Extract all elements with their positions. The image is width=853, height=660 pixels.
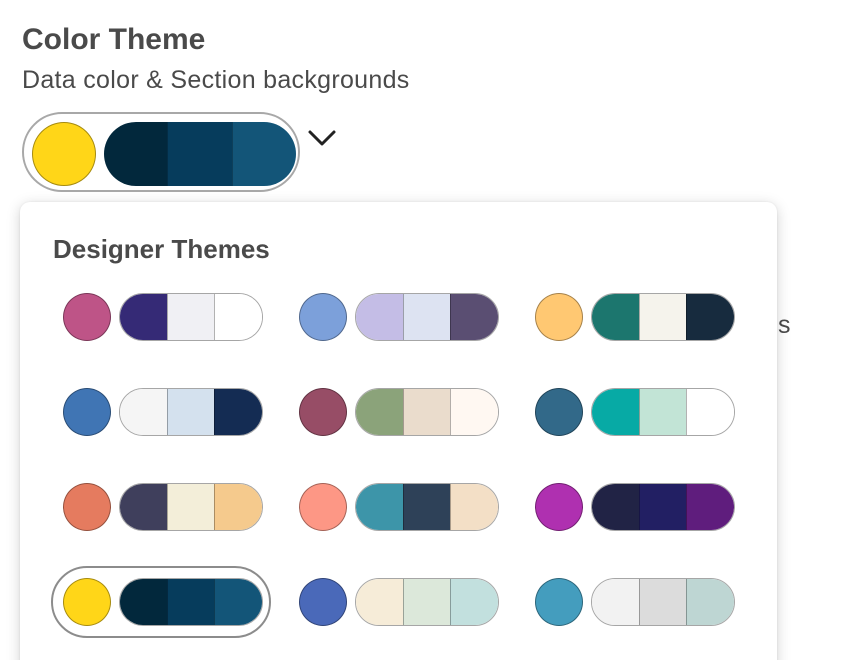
theme-palette-pill — [591, 293, 735, 341]
theme-palette-swatch — [166, 579, 215, 625]
theme-palette-swatch — [402, 389, 451, 435]
theme-palette-pill — [119, 578, 263, 626]
theme-palette-swatch — [402, 579, 451, 625]
theme-accent-swatch — [299, 293, 347, 341]
theme-palette-swatch — [686, 484, 734, 530]
theme-accent-swatch — [63, 293, 111, 341]
theme-palette-pill — [591, 578, 735, 626]
theme-option[interactable] — [63, 387, 269, 437]
selected-palette-swatch — [231, 122, 296, 186]
theme-palette-pill — [355, 483, 499, 531]
theme-palette-swatch — [120, 294, 167, 340]
theme-palette-swatch — [450, 389, 498, 435]
theme-palette-pill — [355, 388, 499, 436]
theme-option[interactable] — [299, 482, 505, 532]
theme-palette-swatch — [356, 294, 403, 340]
theme-palette-swatch — [592, 484, 639, 530]
theme-palette-pill — [119, 388, 263, 436]
theme-option[interactable] — [299, 387, 505, 437]
color-theme-settings: Color Theme Data color & Section backgro… — [0, 0, 853, 660]
theme-accent-swatch — [535, 388, 583, 436]
theme-accent-swatch — [535, 293, 583, 341]
theme-palette-pill — [119, 293, 263, 341]
theme-palette-swatch — [592, 389, 639, 435]
theme-accent-swatch — [299, 483, 347, 531]
theme-palette-swatch — [638, 579, 687, 625]
theme-option[interactable] — [535, 387, 741, 437]
theme-option[interactable] — [299, 577, 505, 627]
theme-palette-swatch — [214, 579, 262, 625]
theme-accent-swatch — [63, 578, 111, 626]
theme-palette-swatch — [120, 484, 167, 530]
theme-accent-swatch — [63, 388, 111, 436]
theme-palette-swatch — [356, 484, 403, 530]
theme-accent-swatch — [299, 388, 347, 436]
color-theme-selector[interactable] — [22, 112, 300, 192]
theme-palette-swatch — [638, 484, 687, 530]
theme-palette-pill — [591, 483, 735, 531]
chevron-down-icon[interactable] — [307, 126, 337, 150]
theme-palette-swatch — [120, 389, 167, 435]
theme-palette-swatch — [450, 294, 498, 340]
theme-dropdown-panel: Designer Themes — [20, 202, 777, 660]
theme-option[interactable] — [535, 577, 741, 627]
dropdown-title: Designer Themes — [53, 234, 270, 264]
theme-palette-swatch — [214, 389, 262, 435]
selected-palette-pill — [104, 122, 296, 186]
theme-palette-swatch — [686, 579, 734, 625]
theme-option[interactable] — [299, 292, 505, 342]
theme-palette-swatch — [638, 389, 687, 435]
theme-option[interactable] — [535, 482, 741, 532]
theme-palette-swatch — [402, 484, 451, 530]
selected-accent-swatch — [32, 122, 96, 186]
section-title: Color Theme — [22, 23, 206, 56]
theme-palette-swatch — [450, 484, 498, 530]
theme-palette-swatch — [592, 294, 639, 340]
theme-palette-swatch — [166, 294, 215, 340]
theme-option[interactable] — [63, 482, 269, 532]
selected-palette-swatch — [104, 122, 168, 186]
theme-palette-swatch — [356, 579, 403, 625]
theme-palette-swatch — [686, 294, 734, 340]
theme-palette-swatch — [686, 389, 734, 435]
theme-palette-swatch — [402, 294, 451, 340]
theme-palette-swatch — [166, 389, 215, 435]
theme-palette-swatch — [214, 294, 262, 340]
theme-option[interactable] — [51, 566, 271, 638]
selected-palette-swatch — [167, 122, 232, 186]
theme-palette-swatch — [592, 579, 639, 625]
theme-accent-swatch — [535, 483, 583, 531]
theme-palette-swatch — [214, 484, 262, 530]
obscured-text: s — [778, 311, 791, 339]
theme-accent-swatch — [535, 578, 583, 626]
theme-palette-swatch — [450, 579, 498, 625]
theme-palette-pill — [355, 578, 499, 626]
theme-accent-swatch — [299, 578, 347, 626]
section-subtitle: Data color & Section backgrounds — [22, 66, 410, 94]
theme-palette-swatch — [356, 389, 403, 435]
theme-palette-pill — [355, 293, 499, 341]
theme-palette-swatch — [166, 484, 215, 530]
theme-palette-pill — [119, 483, 263, 531]
theme-palette-swatch — [120, 579, 167, 625]
theme-option[interactable] — [535, 292, 741, 342]
theme-palette-pill — [591, 388, 735, 436]
theme-palette-swatch — [638, 294, 687, 340]
theme-option[interactable] — [63, 292, 269, 342]
theme-accent-swatch — [63, 483, 111, 531]
